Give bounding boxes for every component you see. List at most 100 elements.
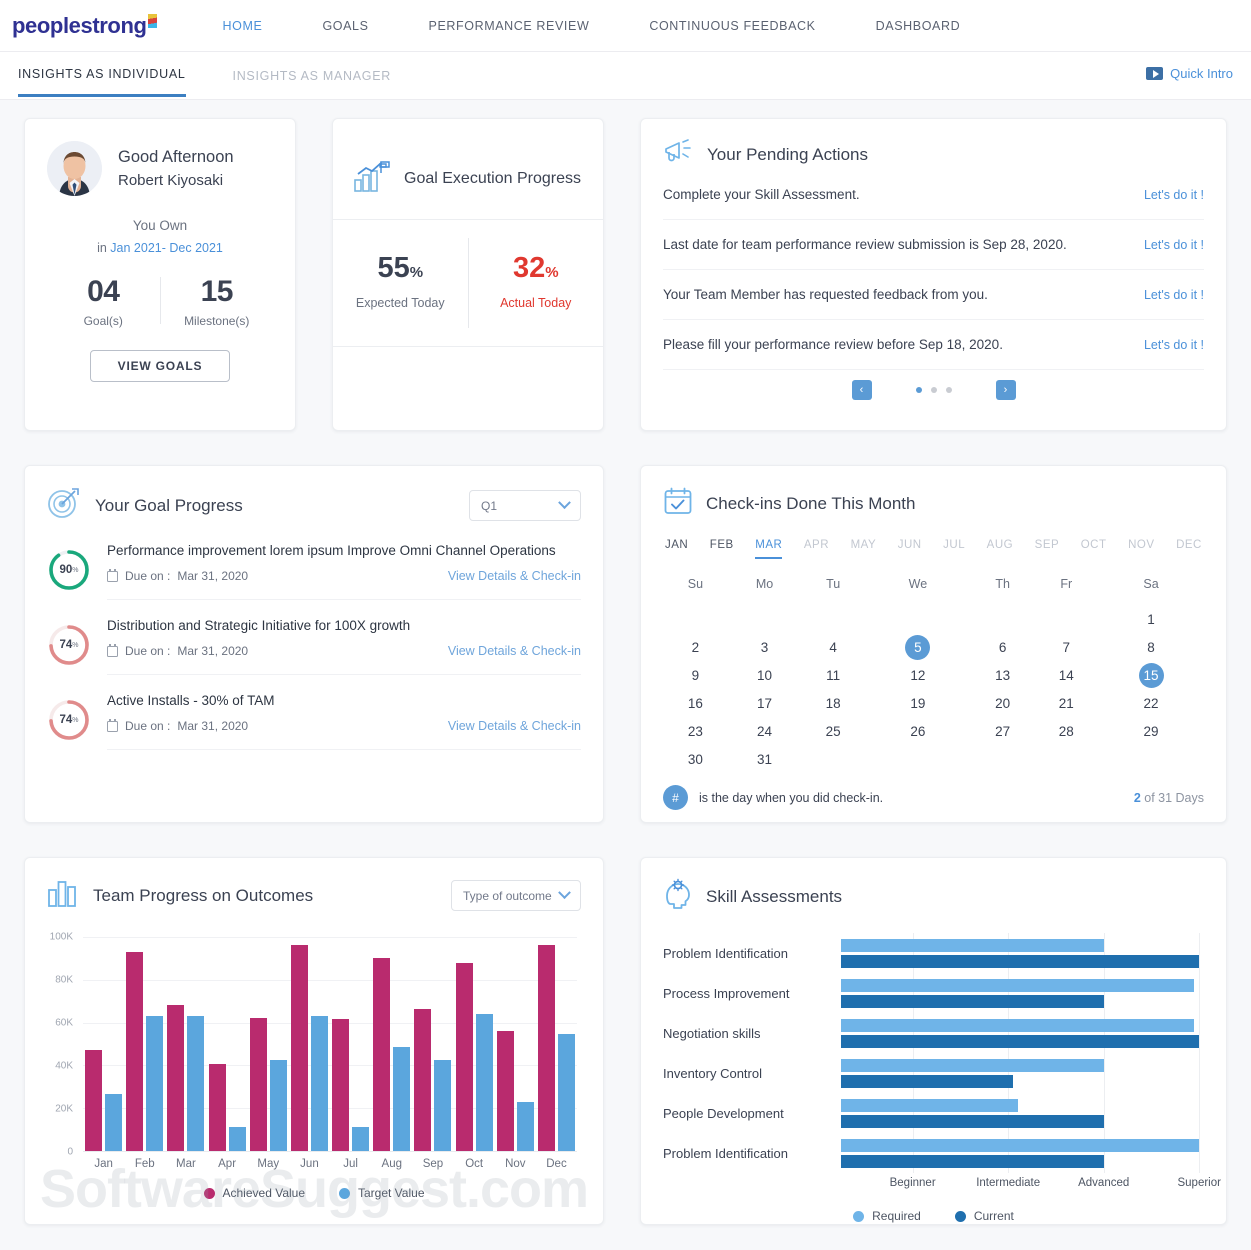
quick-intro-button[interactable]: Quick Intro: [1146, 66, 1233, 81]
month-jun[interactable]: JUN: [898, 539, 922, 559]
calendar-day[interactable]: 9: [663, 661, 728, 689]
month-jan[interactable]: JAN: [665, 539, 688, 559]
month-oct[interactable]: OCT: [1081, 539, 1107, 559]
calendar-day[interactable]: 22: [1098, 689, 1204, 717]
nav-item-goals[interactable]: GOALS: [292, 19, 398, 33]
month-apr[interactable]: APR: [804, 539, 829, 559]
calendar-day[interactable]: 21: [1034, 689, 1098, 717]
calendar-day[interactable]: 25: [801, 717, 865, 745]
view-details-checkin-link[interactable]: View Details & Check-in: [448, 719, 581, 733]
month-jul[interactable]: JUL: [943, 539, 965, 559]
month-mar[interactable]: MAR: [755, 539, 782, 559]
calendar-day[interactable]: [971, 745, 1035, 773]
view-details-checkin-link[interactable]: View Details & Check-in: [448, 569, 581, 583]
calendar-day-checked[interactable]: 5: [865, 633, 971, 661]
goal-progress-ring: 90%: [47, 548, 91, 592]
calendar-day[interactable]: 7: [1034, 633, 1098, 661]
calendar-day[interactable]: [728, 605, 802, 633]
calendar-day[interactable]: 31: [728, 745, 802, 773]
calendar-day[interactable]: [865, 745, 971, 773]
calendar-day[interactable]: 16: [663, 689, 728, 717]
calendar-day[interactable]: 12: [865, 661, 971, 689]
nav-item-home[interactable]: HOME: [193, 19, 293, 33]
nav-item-performance-review[interactable]: PERFORMANCE REVIEW: [399, 19, 620, 33]
calendar-day[interactable]: 30: [663, 745, 728, 773]
bar-group: [83, 937, 124, 1151]
calendar-day[interactable]: 19: [865, 689, 971, 717]
calendar-day[interactable]: [971, 605, 1035, 633]
skill-bar-current: [841, 955, 1199, 968]
calendar-day[interactable]: 18: [801, 689, 865, 717]
legend-dot-target: [339, 1188, 350, 1199]
quarter-select[interactable]: Q1: [469, 490, 581, 521]
bar-achieved: [456, 963, 473, 1151]
month-dec[interactable]: DEC: [1176, 539, 1202, 559]
calendar-day[interactable]: 2: [663, 633, 728, 661]
peoplestrong-logo[interactable]: peoplestrong: [12, 13, 157, 39]
calendar-day-checked[interactable]: 15: [1098, 661, 1204, 689]
tab-insights-as-individual[interactable]: INSIGHTS AS INDIVIDUAL: [18, 67, 186, 97]
target-icon: [47, 486, 81, 525]
month-feb[interactable]: FEB: [710, 539, 734, 559]
tab-insights-as-manager[interactable]: INSIGHTS AS MANAGER: [233, 69, 391, 96]
calendar-day[interactable]: 26: [865, 717, 971, 745]
bar-group: [289, 937, 330, 1151]
skill-label: Process Improvement: [663, 973, 841, 1013]
month-may[interactable]: MAY: [851, 539, 877, 559]
x-tick-label: Jan: [83, 1158, 124, 1170]
calendar-day[interactable]: [1098, 745, 1204, 773]
calendar-day[interactable]: 3: [728, 633, 802, 661]
calendar-day[interactable]: 23: [663, 717, 728, 745]
calendar-day[interactable]: [663, 605, 728, 633]
month-sep[interactable]: SEP: [1035, 539, 1060, 559]
outcome-type-select[interactable]: Type of outcome: [451, 880, 581, 911]
calendar-day[interactable]: 11: [801, 661, 865, 689]
stat-goals: 04 Goal(s): [47, 275, 160, 328]
month-nov[interactable]: NOV: [1128, 539, 1154, 559]
calendar-day[interactable]: [1034, 745, 1098, 773]
skill-bar-required: [841, 979, 1194, 992]
skill-bar-current: [841, 995, 1104, 1008]
calendar-day[interactable]: 6: [971, 633, 1035, 661]
view-goals-button[interactable]: VIEW GOALS: [90, 350, 230, 382]
calendar-day[interactable]: 1: [1098, 605, 1204, 633]
page-dot-2[interactable]: [931, 387, 937, 393]
nav-item-dashboard[interactable]: DASHBOARD: [846, 19, 991, 33]
bar-achieved: [291, 945, 308, 1152]
prev-page-button[interactable]: ‹: [852, 380, 872, 400]
calendar-day[interactable]: 14: [1034, 661, 1098, 689]
nav-item-continuous-feedback[interactable]: CONTINUOUS FEEDBACK: [619, 19, 845, 33]
calendar-day[interactable]: 4: [801, 633, 865, 661]
lets-do-it-link[interactable]: Let's do it !: [1144, 288, 1204, 302]
legend-label-required: Required: [872, 1209, 921, 1223]
calendar-day[interactable]: 27: [971, 717, 1035, 745]
view-details-checkin-link[interactable]: View Details & Check-in: [448, 644, 581, 658]
month-aug[interactable]: AUG: [987, 539, 1013, 559]
calendar-day[interactable]: 29: [1098, 717, 1204, 745]
legend-label-achieved: Achieved Value: [223, 1186, 306, 1200]
calendar-day[interactable]: [801, 605, 865, 633]
calendar-day[interactable]: 8: [1098, 633, 1204, 661]
lets-do-it-link[interactable]: Let's do it !: [1144, 338, 1204, 352]
actual-today-cell: 32% Actual Today: [469, 220, 604, 346]
calendar-day[interactable]: 20: [971, 689, 1035, 717]
lets-do-it-link[interactable]: Let's do it !: [1144, 238, 1204, 252]
calendar-day[interactable]: 24: [728, 717, 802, 745]
bar-achieved: [126, 952, 143, 1151]
calendar-day[interactable]: 10: [728, 661, 802, 689]
skill-assessments-card: Skill Assessments Problem Identification…: [640, 857, 1227, 1225]
calendar-day[interactable]: [865, 605, 971, 633]
calendar-day[interactable]: [801, 745, 865, 773]
calendar-day[interactable]: 13: [971, 661, 1035, 689]
skill-label: Problem Identification: [663, 1133, 841, 1173]
period-range[interactable]: Jan 2021- Dec 2021: [110, 241, 223, 255]
due-prefix: Due on :: [125, 644, 170, 658]
page-dot-1[interactable]: [916, 387, 922, 393]
calendar-day[interactable]: [1034, 605, 1098, 633]
page-dot-3[interactable]: [946, 387, 952, 393]
checkin-legend-text: is the day when you did check-in.: [699, 791, 883, 805]
next-page-button[interactable]: ›: [996, 380, 1016, 400]
calendar-day[interactable]: 17: [728, 689, 802, 717]
calendar-day[interactable]: 28: [1034, 717, 1098, 745]
lets-do-it-link[interactable]: Let's do it !: [1144, 188, 1204, 202]
